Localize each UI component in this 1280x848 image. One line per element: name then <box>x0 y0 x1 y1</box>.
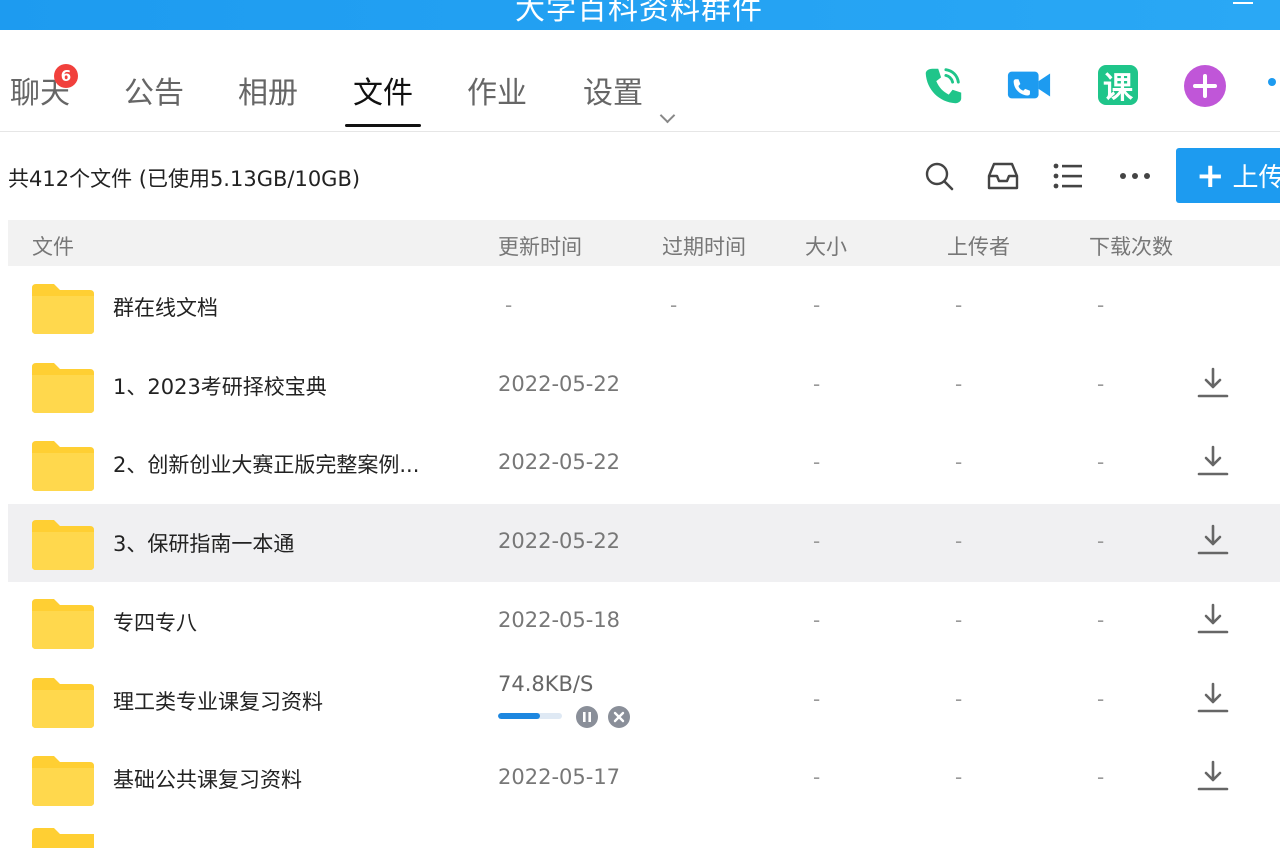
add-app-icon[interactable] <box>1184 65 1226 107</box>
download-count: - <box>1097 372 1104 396</box>
course-icon[interactable]: 课 <box>1098 65 1138 105</box>
plus-icon: + <box>1196 159 1225 193</box>
file-name[interactable]: 理工类专业课复习资料 <box>113 686 323 716</box>
download-count: - <box>1097 687 1104 711</box>
folder-icon <box>32 597 94 649</box>
download-progress <box>498 713 562 719</box>
folder-icon <box>32 361 94 413</box>
inbox-icon[interactable] <box>985 158 1021 194</box>
file-size: - <box>813 450 820 474</box>
folder-icon <box>32 828 94 848</box>
header-uploader[interactable]: 上传者 <box>947 231 1010 261</box>
unread-badge: 6 <box>54 64 78 88</box>
updated-time: - <box>505 293 512 317</box>
file-name[interactable]: 1、2023考研择校宝典 <box>113 371 327 401</box>
file-size: - <box>813 608 820 632</box>
download-count: - <box>1097 608 1104 632</box>
file-name[interactable]: 群在线文档 <box>113 292 218 322</box>
updated-time: 2022-05-18 <box>498 608 620 632</box>
file-size: - <box>813 687 820 711</box>
file-summary: 共412个文件 (已使用5.13GB/10GB) <box>8 163 360 193</box>
download-icon[interactable] <box>1196 365 1230 401</box>
file-name[interactable]: 基础公共课复习资料 <box>113 764 302 794</box>
download-icon[interactable] <box>1196 443 1230 479</box>
list-view-icon[interactable] <box>1050 158 1086 194</box>
updated-time: 2022-05-22 <box>498 450 620 474</box>
more-dot-icon[interactable] <box>1268 78 1276 86</box>
download-speed: 74.8KB/S <box>498 672 593 696</box>
video-call-icon[interactable] <box>1006 62 1052 108</box>
uploader: - <box>955 687 962 711</box>
table-row[interactable]: 2、创新创业大赛正版完整案例... 2022-05-22 - - - <box>8 425 1280 503</box>
file-size: - <box>813 293 820 317</box>
tab-album[interactable]: 相册 <box>238 68 298 128</box>
updated-time: 2022-05-22 <box>498 372 620 396</box>
header-updated[interactable]: 更新时间 <box>498 231 582 261</box>
uploader: - <box>955 372 962 396</box>
table-row[interactable]: 专四专八 2022-05-18 - - - <box>8 583 1280 661</box>
file-size: - <box>813 529 820 553</box>
table-row[interactable]: 群在线文档 - - - - - <box>8 268 1280 346</box>
file-name[interactable]: 3、保研指南一本通 <box>113 528 294 558</box>
download-count: - <box>1097 293 1104 317</box>
header-size[interactable]: 大小 <box>805 231 847 261</box>
folder-icon <box>32 754 94 806</box>
updated-time: 2022-05-22 <box>498 529 620 553</box>
download-icon[interactable] <box>1196 601 1230 637</box>
uploader: - <box>955 765 962 789</box>
uploader: - <box>955 608 962 632</box>
table-row[interactable]: 基础公共课复习资料 2022-05-17 - - - <box>8 740 1280 818</box>
download-count: - <box>1097 529 1104 553</box>
folder-icon <box>32 439 94 491</box>
tab-announcement[interactable]: 公告 <box>124 68 184 128</box>
table-header: 文件 更新时间 过期时间 大小 上传者 下载次数 <box>8 220 1280 266</box>
folder-icon <box>32 676 94 728</box>
download-count: - <box>1097 765 1104 789</box>
header-expires[interactable]: 过期时间 <box>662 231 746 261</box>
table-row[interactable]: 理工类专业课复习资料 74.8KB/S - - - <box>8 662 1280 740</box>
table-row[interactable]: 1、2023考研择校宝典 2022-05-22 - - - <box>8 347 1280 425</box>
cancel-icon[interactable] <box>608 706 630 728</box>
window-menu-button[interactable] <box>1040 0 1080 4</box>
chevron-down-icon[interactable] <box>660 108 676 124</box>
download-icon[interactable] <box>1196 522 1230 558</box>
upload-label: 上传 <box>1233 157 1280 194</box>
minimize-button[interactable] <box>1233 0 1253 4</box>
updated-time: 2022-05-17 <box>498 765 620 789</box>
more-options-icon[interactable] <box>1117 158 1153 194</box>
title-bar: 大学百科资料群件 <box>0 0 1280 30</box>
file-name[interactable]: 2、创新创业大赛正版完整案例... <box>113 449 419 479</box>
folder-icon <box>32 518 94 570</box>
header-downloads[interactable]: 下载次数 <box>1089 231 1173 261</box>
progress-fill <box>498 713 540 719</box>
uploader: - <box>955 293 962 317</box>
upload-button[interactable]: + 上传 <box>1176 148 1280 203</box>
expire-time: - <box>670 293 677 317</box>
download-count: - <box>1097 450 1104 474</box>
search-icon[interactable] <box>921 158 957 194</box>
group-tab-bar: 聊天 6 公告 相册 文件 作业 设置 <box>0 30 1280 132</box>
window-title: 大学百科资料群件 <box>515 0 763 28</box>
file-name[interactable]: 专四专八 <box>113 607 197 637</box>
folder-icon <box>32 282 94 334</box>
download-icon[interactable] <box>1196 680 1230 716</box>
tab-settings[interactable]: 设置 <box>583 68 643 128</box>
table-row[interactable]: 3、保研指南一本通 2022-05-22 - - - <box>8 504 1280 582</box>
download-icon[interactable] <box>1196 758 1230 794</box>
tab-homework[interactable]: 作业 <box>467 68 527 128</box>
tab-files[interactable]: 文件 <box>353 68 413 128</box>
file-size: - <box>813 372 820 396</box>
header-file[interactable]: 文件 <box>32 231 74 261</box>
pause-icon[interactable] <box>576 706 598 728</box>
uploader: - <box>955 529 962 553</box>
phone-call-icon[interactable] <box>920 62 966 108</box>
uploader: - <box>955 450 962 474</box>
file-size: - <box>813 765 820 789</box>
